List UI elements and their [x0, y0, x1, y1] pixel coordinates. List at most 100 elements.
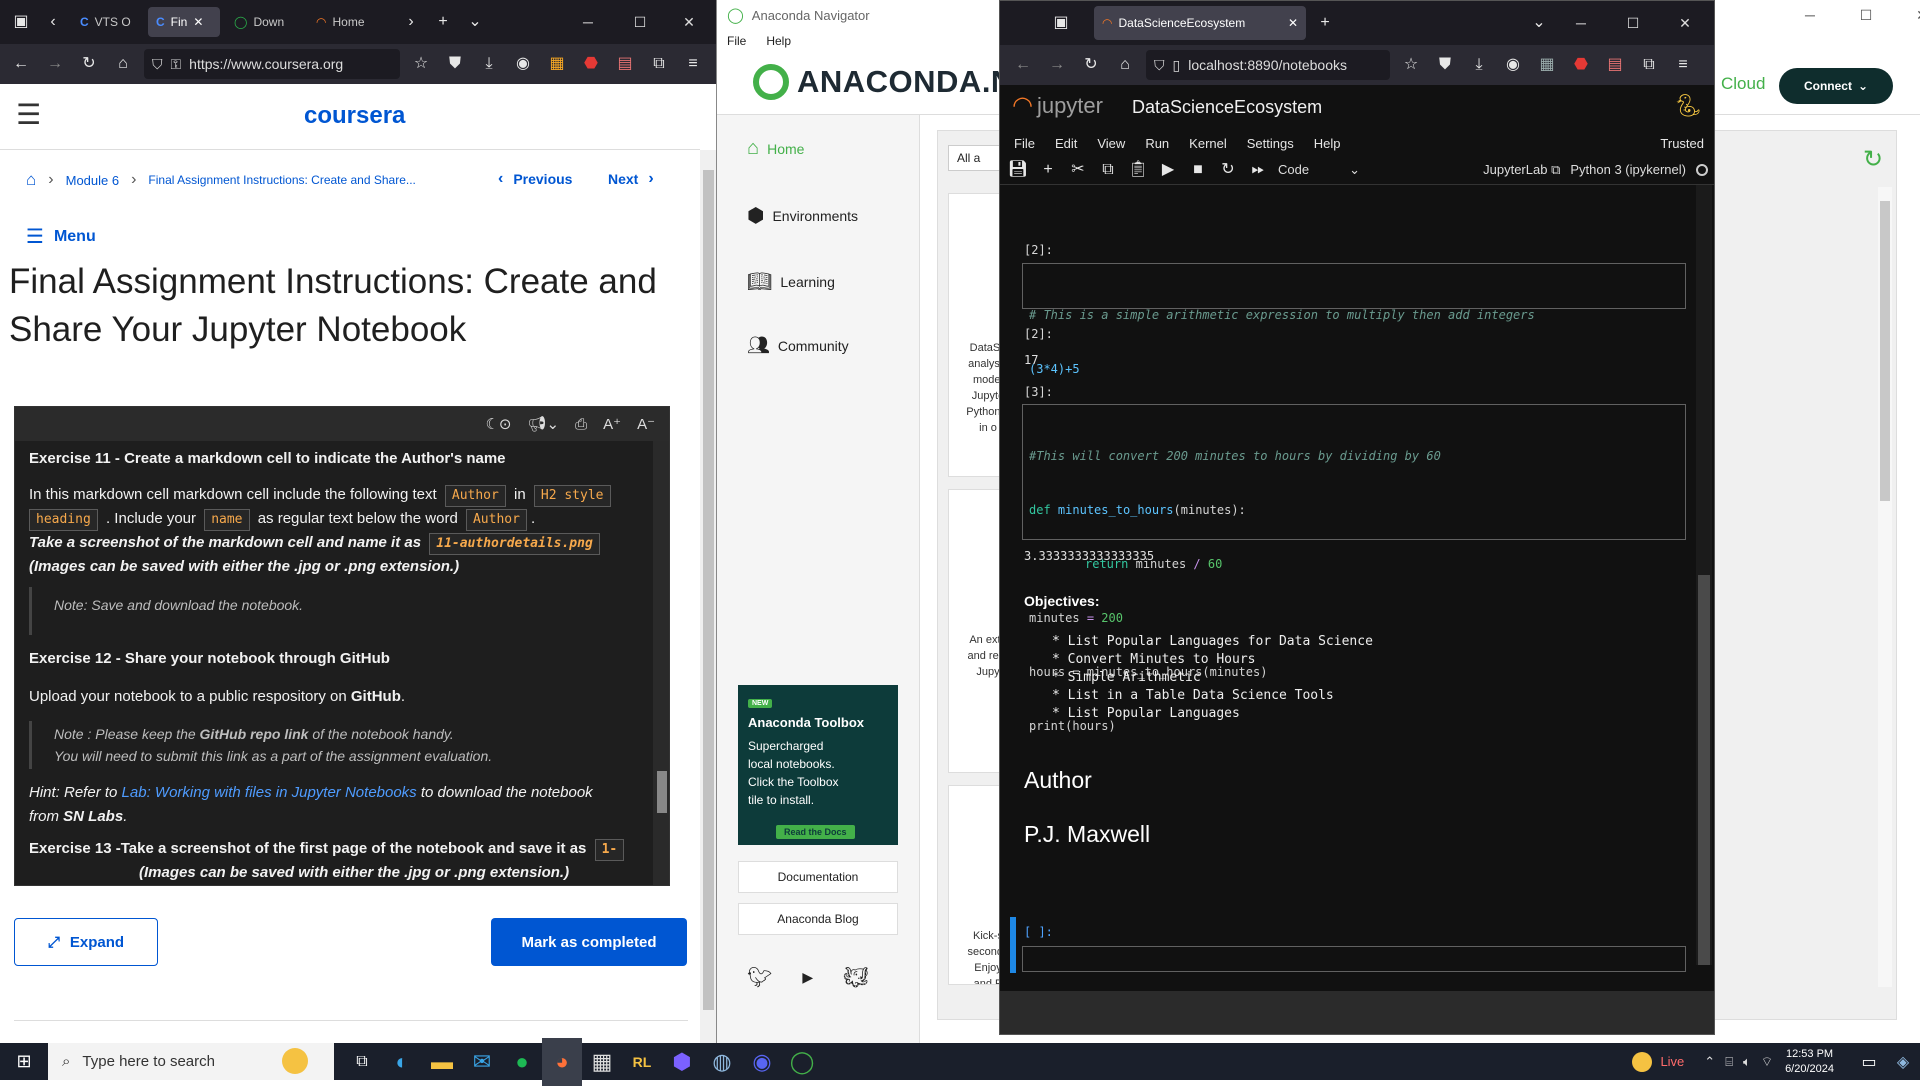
trusted-indicator[interactable]: Trusted [1660, 136, 1704, 151]
notification-icon[interactable]: ▭ [1852, 1038, 1886, 1086]
previous-button[interactable]: ‹Previous [498, 170, 572, 188]
close-window-icon[interactable]: ✕ [1899, 0, 1920, 30]
font-decrease-icon[interactable]: A⁻ [637, 415, 655, 433]
extension-translate-icon[interactable]: ▦ [1534, 52, 1560, 78]
hamburger-menu-icon[interactable]: ☰ [16, 98, 41, 131]
bookmark-star-icon[interactable]: ☆ [1398, 52, 1424, 78]
tab-final-assignment[interactable]: CFin✕ [148, 7, 220, 37]
new-tab-icon[interactable]: + [430, 9, 456, 35]
bookmark-star-icon[interactable]: ☆ [408, 51, 434, 77]
reload-icon[interactable]: ↻ [1078, 52, 1104, 78]
jupyterlab-link[interactable]: JupyterLab ⧉ [1483, 162, 1560, 178]
pocket-icon[interactable]: ⛊ [1432, 52, 1458, 78]
restart-icon[interactable]: ↻ [1218, 157, 1238, 183]
anaconda-icon[interactable]: ◯ [782, 1038, 822, 1086]
maximize-icon[interactable]: ☐ [1610, 3, 1656, 43]
back-icon[interactable]: ← [1010, 52, 1036, 78]
adblock-icon[interactable]: ⬣ [1568, 52, 1594, 78]
cut-icon[interactable]: ✂ [1068, 157, 1088, 183]
clock[interactable]: 12:53 PM 6/20/2024 [1785, 1047, 1834, 1077]
menu-kernel[interactable]: Kernel [1189, 136, 1227, 151]
edge-icon[interactable]: ◐ [382, 1038, 422, 1086]
chevron-up-icon[interactable]: ⌃ [1704, 1054, 1715, 1070]
extension-icon[interactable]: ▤ [612, 51, 638, 77]
minimize-icon[interactable]: ─ [1558, 3, 1604, 43]
mark-as-completed-button[interactable]: Mark as completed [491, 918, 687, 966]
live-widget[interactable]: Live [1632, 1051, 1684, 1072]
next-button[interactable]: Next › [608, 170, 654, 188]
coursera-logo[interactable]: coursera [304, 102, 405, 130]
volume-icon[interactable]: 🔈︎ [1743, 1054, 1751, 1070]
reader-scroll-thumb[interactable] [657, 771, 667, 813]
menu-settings[interactable]: Settings [1247, 136, 1294, 151]
tab-scroll-right-icon[interactable]: › [398, 9, 424, 35]
wifi-icon[interactable]: ⌔ [1761, 1054, 1773, 1070]
mail-icon[interactable]: ✉ [462, 1038, 502, 1086]
close-tab-icon[interactable]: ✕ [193, 15, 203, 29]
fast-forward-icon[interactable]: ⏩︎ [1248, 157, 1268, 183]
windows-start-icon[interactable]: ⊞ [0, 1038, 48, 1086]
rl-app-icon[interactable]: RL [622, 1038, 662, 1086]
firefox-icon[interactable]: ◕ [542, 1037, 582, 1086]
reader-scrollbar[interactable] [653, 441, 669, 885]
tab-download[interactable]: ◯Down [226, 7, 302, 37]
forward-icon[interactable]: → [1044, 52, 1070, 78]
minimize-icon[interactable]: ─ [565, 2, 611, 42]
youtube-icon[interactable]: ▶ [802, 969, 813, 986]
downloads-icon[interactable]: ⤓ [476, 51, 502, 77]
url-bar[interactable]: ⛉ ▯ localhost:8890/notebooks [1146, 50, 1390, 80]
save-icon[interactable]: 💾︎ [1008, 157, 1028, 183]
tab-datascienceecosystem[interactable]: ◠ DataScienceEcosystem ✕ [1094, 6, 1306, 40]
reload-icon[interactable]: ↻ [76, 51, 102, 77]
close-window-icon[interactable]: ✕ [1662, 3, 1708, 43]
page-scrollbar[interactable] [700, 150, 716, 1043]
twitter-icon[interactable]: 🐦︎ [747, 965, 772, 990]
menu-edit[interactable]: Edit [1055, 136, 1077, 151]
anaconda-blog-button[interactable]: Anaconda Blog [738, 903, 898, 935]
home-icon[interactable]: ⌂ [26, 170, 36, 190]
close-window-icon[interactable]: ✕ [669, 2, 709, 42]
network-icon[interactable]: ⌸ [1725, 1054, 1733, 1070]
menu-file[interactable]: File [727, 34, 746, 48]
account-icon[interactable]: ◉ [1500, 52, 1526, 78]
home-icon[interactable]: ⌂ [110, 51, 136, 77]
breadcrumb-module[interactable]: Module 6 [66, 173, 119, 188]
anaconda-toolbox-promo[interactable]: NEW Anaconda Toolbox Supercharged local … [738, 685, 898, 845]
menu-help[interactable]: Help [766, 34, 791, 48]
extension-translate-icon[interactable]: ▦ [544, 51, 570, 77]
sidebar-item-home[interactable]: ⌂ Home [747, 137, 804, 160]
file-explorer-icon[interactable]: ▬ [422, 1038, 462, 1086]
list-all-tabs-icon[interactable]: ⌄ [1526, 10, 1552, 36]
maximize-icon[interactable]: ☐ [617, 2, 663, 42]
sidebar-item-learning[interactable]: 📖︎ Learning [747, 269, 835, 294]
paste-icon[interactable]: 📋︎ [1128, 157, 1148, 183]
theme-toggle-icon[interactable]: ☾⊙ [485, 415, 511, 433]
tab-home[interactable]: ◠Home [308, 7, 392, 37]
search-box[interactable]: ⌕ Type here to search [48, 1043, 334, 1080]
breadcrumb-current[interactable]: Final Assignment Instructions: Create an… [148, 173, 415, 187]
anaconda-cloud-link[interactable]: Cloud [1721, 74, 1765, 94]
jupyter-logo[interactable]: ◠ jupyter [1012, 91, 1103, 120]
discord-icon[interactable]: ◉ [742, 1038, 782, 1086]
url-bar[interactable]: ⛉ ⚿ https://www.coursera.org [144, 49, 400, 79]
copy-icon[interactable]: ⧉ [1098, 157, 1118, 183]
github-icon[interactable]: 🐙︎ [843, 965, 868, 990]
task-view-icon[interactable]: ⧉ [342, 1038, 382, 1086]
spotify-icon[interactable]: ● [502, 1038, 542, 1086]
new-tab-icon[interactable]: + [1312, 10, 1338, 36]
app-menu-icon[interactable]: ≡ [1670, 52, 1696, 78]
account-icon[interactable]: ◉ [510, 51, 536, 77]
hexagon-app-icon[interactable]: ⬢ [662, 1038, 702, 1086]
read-aloud-icon[interactable]: 📢︎⌄ [527, 415, 559, 433]
steam-icon[interactable]: ◍ [702, 1038, 742, 1086]
font-increase-icon[interactable]: A⁺ [603, 415, 621, 433]
tab-vts[interactable]: CVTS O [72, 7, 142, 37]
menu-button[interactable]: ☰Menu [26, 224, 96, 249]
tab-list-icon[interactable]: ▣ [1048, 10, 1074, 36]
connect-button[interactable]: Connect ⌄ [1779, 68, 1893, 104]
expand-button[interactable]: ⤢ Expand [14, 918, 158, 966]
forward-icon[interactable]: → [42, 51, 68, 77]
list-all-tabs-icon[interactable]: ⌄ [462, 9, 488, 35]
extension-icon[interactable]: ▤ [1602, 52, 1628, 78]
app-menu-icon[interactable]: ≡ [680, 51, 706, 77]
